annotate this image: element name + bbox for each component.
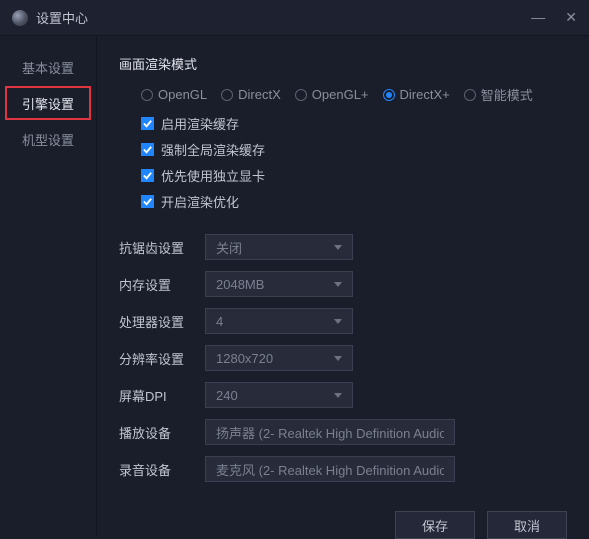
radio-opengl-plus[interactable]: OpenGL+ <box>295 85 369 104</box>
radio-directx-plus[interactable]: DirectX+ <box>383 85 450 104</box>
sidebar-item-label: 基本设置 <box>22 58 74 77</box>
dropdown-value: 扬声器 (2- Realtek High Definition Audio) <box>216 423 444 442</box>
radio-opengl[interactable]: OpenGL <box>141 85 207 104</box>
chevron-down-icon <box>334 393 342 398</box>
row-antialias: 抗锯齿设置 关闭 <box>119 234 567 260</box>
dropdown-value: 关闭 <box>216 238 334 257</box>
dropdown-value: 240 <box>216 388 334 403</box>
row-resolution: 分辨率设置 1280x720 <box>119 345 567 371</box>
form-label: 处理器设置 <box>119 312 205 331</box>
form-label: 抗锯齿设置 <box>119 238 205 257</box>
sidebar-item-engine[interactable]: 引擎设置 <box>5 86 91 120</box>
close-button[interactable]: ✕ <box>565 9 577 26</box>
check-enable-render-optimize[interactable]: 开启渲染优化 <box>141 192 567 211</box>
check-prefer-dedicated-gpu[interactable]: 优先使用独立显卡 <box>141 166 567 185</box>
render-checks: 启用渲染缓存 强制全局渲染缓存 优先使用独立显卡 开启渲染优化 <box>141 114 567 218</box>
check-label: 启用渲染缓存 <box>161 114 239 133</box>
button-label: 保存 <box>422 516 448 535</box>
radio-label: 智能模式 <box>481 85 533 104</box>
row-memory: 内存设置 2048MB <box>119 271 567 297</box>
radio-icon <box>464 89 476 101</box>
dropdown-recording-device[interactable]: 麦克风 (2- Realtek High Definition Audio) <box>205 456 455 482</box>
window-controls: — ✕ <box>531 9 577 26</box>
render-mode-options: OpenGL DirectX OpenGL+ DirectX+ 智能模式 <box>141 85 567 104</box>
cancel-button[interactable]: 取消 <box>487 511 567 539</box>
row-cpu: 处理器设置 4 <box>119 308 567 334</box>
sidebar-item-label: 引擎设置 <box>22 94 74 113</box>
form-label: 播放设备 <box>119 423 205 442</box>
checkbox-icon <box>141 195 154 208</box>
minimize-button[interactable]: — <box>531 9 545 26</box>
radio-label: DirectX+ <box>400 87 450 102</box>
form-label: 屏幕DPI <box>119 386 205 405</box>
row-dpi: 屏幕DPI 240 <box>119 382 567 408</box>
checkbox-icon <box>141 143 154 156</box>
dropdown-value: 麦克风 (2- Realtek High Definition Audio) <box>216 460 444 479</box>
form-label: 内存设置 <box>119 275 205 294</box>
radio-icon <box>221 89 233 101</box>
form-label: 录音设备 <box>119 460 205 479</box>
chevron-down-icon <box>334 319 342 324</box>
dropdown-playback-device[interactable]: 扬声器 (2- Realtek High Definition Audio) <box>205 419 455 445</box>
sidebar-item-label: 机型设置 <box>22 130 74 149</box>
dropdown-value: 4 <box>216 314 334 329</box>
render-mode-title: 画面渲染模式 <box>119 54 567 73</box>
main-panel: 画面渲染模式 OpenGL DirectX OpenGL+ DirectX+ 智… <box>97 36 589 536</box>
save-button[interactable]: 保存 <box>395 511 475 539</box>
radio-icon <box>383 89 395 101</box>
footer: 保存 取消 <box>119 493 567 539</box>
form-label: 分辨率设置 <box>119 349 205 368</box>
window-title: 设置中心 <box>36 8 88 27</box>
radio-directx[interactable]: DirectX <box>221 85 281 104</box>
titlebar: 设置中心 — ✕ <box>0 0 589 36</box>
checkbox-icon <box>141 169 154 182</box>
check-enable-render-cache[interactable]: 启用渲染缓存 <box>141 114 567 133</box>
check-label: 开启渲染优化 <box>161 192 239 211</box>
check-label: 优先使用独立显卡 <box>161 166 265 185</box>
chevron-down-icon <box>334 245 342 250</box>
dropdown-resolution[interactable]: 1280x720 <box>205 345 353 371</box>
radio-label: OpenGL <box>158 87 207 102</box>
chevron-down-icon <box>334 356 342 361</box>
row-playback-device: 播放设备 扬声器 (2- Realtek High Definition Aud… <box>119 419 567 445</box>
dropdown-antialias[interactable]: 关闭 <box>205 234 353 260</box>
check-force-global-cache[interactable]: 强制全局渲染缓存 <box>141 140 567 159</box>
radio-icon <box>141 89 153 101</box>
radio-icon <box>295 89 307 101</box>
dropdown-value: 2048MB <box>216 277 334 292</box>
sidebar-item-model[interactable]: 机型设置 <box>5 122 91 156</box>
dropdown-cpu[interactable]: 4 <box>205 308 353 334</box>
settings-form: 抗锯齿设置 关闭 内存设置 2048MB 处理器设置 4 <box>119 234 567 493</box>
dropdown-value: 1280x720 <box>216 351 334 366</box>
checkbox-icon <box>141 117 154 130</box>
sidebar-item-basic[interactable]: 基本设置 <box>5 50 91 84</box>
dropdown-memory[interactable]: 2048MB <box>205 271 353 297</box>
sidebar: 基本设置 引擎设置 机型设置 <box>0 36 97 536</box>
row-recording-device: 录音设备 麦克风 (2- Realtek High Definition Aud… <box>119 456 567 482</box>
button-label: 取消 <box>514 516 540 535</box>
check-label: 强制全局渲染缓存 <box>161 140 265 159</box>
radio-smart-mode[interactable]: 智能模式 <box>464 85 533 104</box>
radio-label: OpenGL+ <box>312 87 369 102</box>
chevron-down-icon <box>334 282 342 287</box>
radio-label: DirectX <box>238 87 281 102</box>
dropdown-dpi[interactable]: 240 <box>205 382 353 408</box>
app-logo-icon <box>12 10 28 26</box>
